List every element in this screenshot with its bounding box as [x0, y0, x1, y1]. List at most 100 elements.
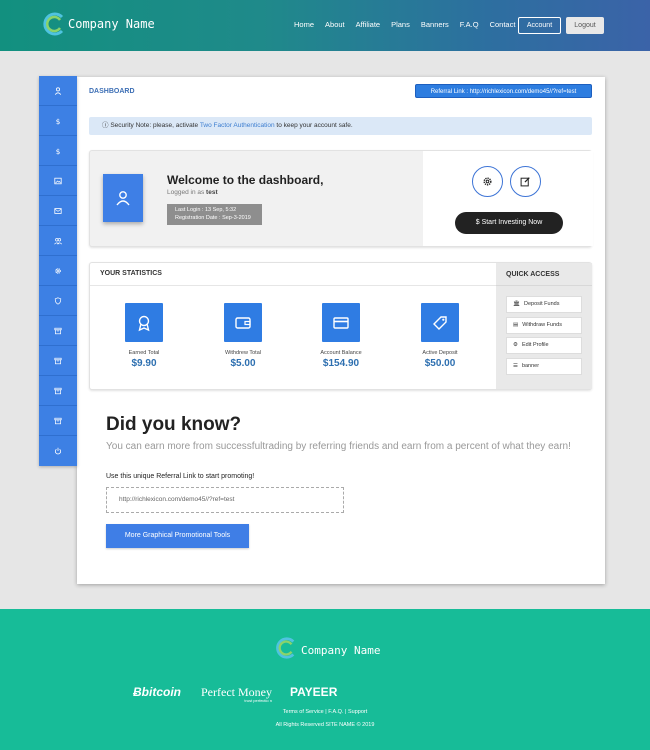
logged-in-prefix: Logged in as — [167, 189, 205, 196]
referral-link-button[interactable]: Referral Link : http://richlexicon.com/d… — [415, 84, 592, 98]
quick-access-title: QUICK ACCESS — [506, 271, 560, 278]
quick-item-label: Deposit Funds — [523, 301, 560, 307]
sidebar-item-history-1[interactable] — [39, 316, 77, 346]
archive-icon — [54, 327, 62, 334]
nav-affiliate[interactable]: Affiliate — [356, 20, 380, 29]
main-nav: Home About Affiliate Plans Banners F.A.Q… — [294, 20, 526, 29]
two-factor-link[interactable]: Two Factor Authentication — [200, 122, 275, 129]
stat-icon-box — [224, 303, 262, 342]
wallet-icon — [235, 316, 251, 329]
promo-title: Did you know? — [106, 414, 242, 435]
bitcoin-label: bitcoin — [141, 685, 181, 699]
mail-icon — [54, 207, 62, 214]
last-login: Last Login : 13 Sep, 5:32 — [175, 207, 237, 213]
nav-banners[interactable]: Banners — [421, 20, 449, 29]
quick-access-panel: QUICK ACCESS 🏛 Deposit Funds ▤ Withdraw Fu… — [496, 263, 592, 389]
stat-value: $9.90 — [131, 358, 157, 369]
nav-faq[interactable]: F.A.Q — [460, 20, 479, 29]
stat-icon-box — [322, 303, 360, 342]
payeer-logo: PAYEER — [290, 685, 338, 699]
sidebar-item-banners[interactable] — [39, 166, 77, 196]
user-icon — [54, 86, 62, 95]
sidebar: $ $ — [39, 76, 77, 466]
shield-icon — [54, 296, 62, 305]
logo-swoosh-icon — [276, 637, 295, 659]
stat-account-balance: Account Balance $154.90 — [306, 303, 376, 369]
stat-label: Earned Total — [128, 350, 160, 356]
sidebar-item-history-2[interactable] — [39, 346, 77, 376]
start-investing-label: Start Investing Now — [481, 219, 543, 226]
settings-button[interactable] — [472, 166, 503, 197]
stat-withdrew-total: Withdrew Total $5.00 — [208, 303, 278, 369]
quick-item-label: Withdraw Funds — [522, 322, 562, 328]
sidebar-item-logout[interactable] — [39, 436, 77, 466]
sidebar-item-deposit[interactable]: $ — [39, 106, 77, 136]
user-icon — [116, 191, 130, 206]
avatar — [103, 174, 143, 222]
divider — [90, 285, 496, 286]
stat-label: Active Deposit — [422, 350, 458, 356]
nav-about[interactable]: About — [325, 20, 345, 29]
username: test — [206, 189, 218, 196]
image-icon — [54, 177, 62, 184]
divider — [496, 285, 592, 286]
sidebar-item-history-4[interactable] — [39, 406, 77, 436]
svg-text:$: $ — [56, 117, 61, 125]
award-icon — [138, 315, 150, 331]
quick-deposit-funds[interactable]: 🏛 Deposit Funds — [506, 296, 582, 313]
referral-link-input[interactable]: http://richlexicon.com/demo45//?ref=test — [106, 487, 344, 513]
start-investing-button[interactable]: $ Start Investing Now — [455, 212, 563, 234]
edit-profile-button[interactable] — [510, 166, 541, 197]
statistics-title: YOUR STATISTICS — [100, 270, 162, 277]
stat-label: Withdrew Total — [225, 350, 261, 356]
referral-label: Use this unique Referral Link to start p… — [106, 473, 255, 480]
gear-icon — [55, 267, 61, 274]
sidebar-item-referrals[interactable] — [39, 226, 77, 256]
sidebar-item-history-3[interactable] — [39, 376, 77, 406]
nav-plans[interactable]: Plans — [391, 20, 410, 29]
footer-logo[interactable]: Company Name — [273, 635, 380, 661]
quick-banner[interactable]: ☰ banner — [506, 358, 582, 375]
perfect-money-logo: Perfect Money trust perfectio n — [201, 685, 272, 703]
brand-logo[interactable]: Company Name — [40, 10, 155, 38]
dollar-icon: $ — [56, 147, 61, 155]
quick-edit-profile[interactable]: ⚙ Edit Profile — [506, 337, 582, 354]
welcome-panel: Welcome to the dashboard, Logged in as t… — [89, 150, 593, 247]
sidebar-item-mail[interactable] — [39, 196, 77, 226]
power-icon — [54, 447, 62, 455]
credit-card-icon — [333, 316, 349, 329]
stat-value: $50.00 — [424, 358, 456, 369]
statistics-panel: YOUR STATISTICS Earned Total $9.90 Withd… — [89, 262, 592, 390]
quick-item-label: banner — [521, 363, 540, 369]
withdraw-icon: ▤ — [513, 322, 519, 328]
sidebar-item-withdraw[interactable]: $ — [39, 136, 77, 166]
users-icon — [54, 237, 62, 244]
sidebar-item-security[interactable] — [39, 286, 77, 316]
logout-button[interactable]: Logout — [566, 17, 604, 34]
svg-text:$: $ — [56, 147, 61, 155]
security-note-end: to keep your account safe. — [276, 122, 353, 129]
stat-earned-total: Earned Total $9.90 — [109, 303, 179, 369]
top-header: Company Name Home About Affiliate Plans … — [0, 0, 650, 51]
bitcoin-logo: Ƀbitcoin — [133, 685, 181, 699]
security-note: ⓘ Security Note: please, activate Two Fa… — [89, 117, 592, 135]
archive-icon — [54, 417, 62, 424]
tag-icon — [433, 315, 447, 330]
logged-in-as: Logged in as test — [167, 189, 218, 196]
footer-links[interactable]: Terms of Service | F.A.Q. | Support — [0, 709, 650, 715]
stat-label: Account Balance — [320, 350, 362, 356]
copyright: All Rights Reserved SITE NAME © 2019 — [275, 722, 375, 728]
logo-swoosh-icon — [43, 12, 64, 36]
promo-subtitle: You can earn more from successfultrading… — [106, 441, 571, 452]
nav-home[interactable]: Home — [294, 20, 314, 29]
quick-withdraw-funds[interactable]: ▤ Withdraw Funds — [506, 317, 582, 334]
dollar-icon: $ — [56, 117, 61, 125]
sidebar-item-profile[interactable] — [39, 76, 77, 106]
sidebar-item-settings[interactable] — [39, 256, 77, 286]
account-button[interactable]: Account — [518, 17, 561, 34]
stat-icon-box — [421, 303, 459, 342]
promotional-tools-button[interactable]: More Graphical Promotional Tools — [106, 524, 249, 548]
archive-icon — [54, 357, 62, 364]
footer-brand-name: Company Name — [301, 643, 381, 657]
nav-contact[interactable]: Contact — [490, 20, 516, 29]
